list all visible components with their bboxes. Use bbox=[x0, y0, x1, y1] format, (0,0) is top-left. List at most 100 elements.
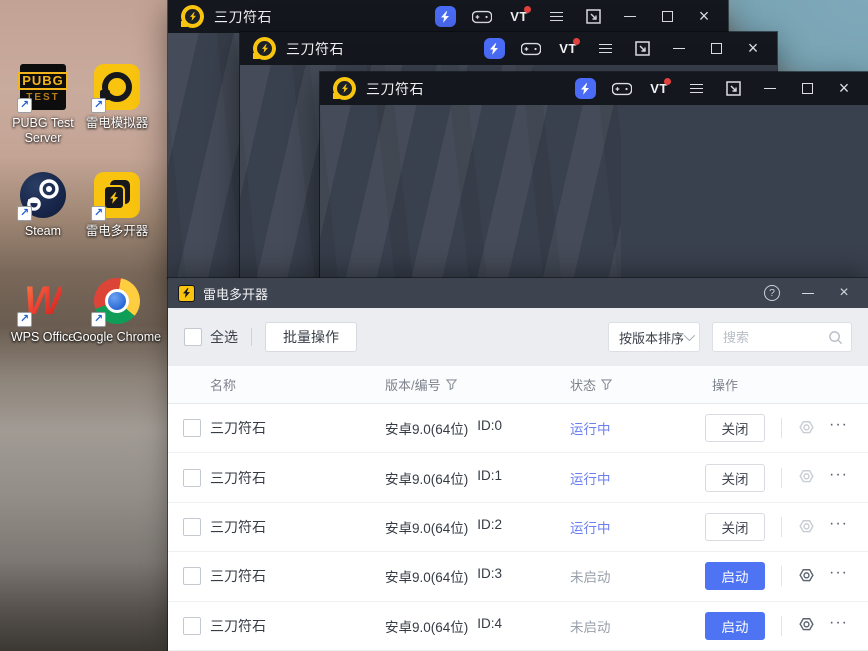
pubg-icon-word: PUBG bbox=[18, 71, 68, 90]
start-button[interactable]: 启动 bbox=[705, 562, 765, 591]
status-badge: 运行中 bbox=[570, 521, 611, 537]
instance-name: 三刀符石 bbox=[210, 617, 266, 634]
settings-gear-icon[interactable] bbox=[795, 565, 817, 587]
stop-button[interactable]: 关闭 bbox=[705, 513, 765, 542]
emulator-window-3: 三刀符石 VT × bbox=[320, 72, 868, 278]
instance-row[interactable]: 三刀符石 安卓9.0(64位) ID:0 运行中 关闭 ··· bbox=[168, 404, 868, 454]
desktop-icon-ldplayer[interactable]: ↗ 雷电模拟器 bbox=[72, 64, 162, 131]
filter-icon[interactable] bbox=[445, 379, 457, 390]
emulator-2-titlebar[interactable]: 三刀符石 VT × bbox=[240, 32, 777, 65]
more-options-button[interactable]: ··· bbox=[829, 565, 848, 584]
window-title: 三刀符石 bbox=[214, 8, 272, 25]
dock-window-icon[interactable] bbox=[581, 5, 605, 29]
dock-window-icon[interactable] bbox=[630, 37, 654, 61]
menu-icon[interactable] bbox=[544, 5, 568, 29]
boost-icon[interactable] bbox=[482, 37, 506, 61]
instance-row[interactable]: 三刀符石 安卓9.0(64位) ID:2 运行中 关闭 ··· bbox=[168, 502, 868, 553]
shortcut-arrow-icon: ↗ bbox=[17, 206, 32, 221]
menu-icon[interactable] bbox=[593, 37, 617, 61]
settings-gear-icon[interactable] bbox=[795, 467, 817, 489]
action-divider bbox=[781, 615, 782, 636]
search-input[interactable] bbox=[723, 329, 828, 345]
sort-dropdown[interactable]: 按版本排序 bbox=[608, 322, 700, 352]
minimize-button[interactable] bbox=[794, 281, 822, 305]
row-checkbox[interactable] bbox=[183, 567, 201, 586]
instance-version: 安卓9.0(64位) ID:4 bbox=[385, 615, 503, 635]
instance-row[interactable]: 三刀符石 安卓9.0(64位) ID:1 运行中 关闭 ··· bbox=[168, 453, 868, 503]
more-options-button[interactable]: ··· bbox=[829, 614, 848, 634]
status-badge: 运行中 bbox=[570, 471, 611, 487]
search-icon bbox=[829, 330, 843, 344]
vt-alert-dot bbox=[573, 37, 580, 45]
stop-button[interactable]: 关闭 bbox=[705, 463, 765, 492]
gamepad-icon[interactable] bbox=[610, 77, 634, 101]
search-box[interactable] bbox=[712, 322, 852, 352]
more-options-button[interactable]: ··· bbox=[829, 466, 848, 486]
filter-icon[interactable] bbox=[601, 379, 613, 390]
close-button[interactable]: × bbox=[741, 37, 765, 61]
status-badge: 未启动 bbox=[570, 570, 611, 586]
action-divider bbox=[781, 418, 782, 439]
row-checkbox[interactable] bbox=[183, 616, 201, 635]
maximize-button[interactable] bbox=[704, 37, 728, 61]
manager-titlebar[interactable]: 雷电多开器 ? × bbox=[168, 278, 868, 308]
status-badge: 运行中 bbox=[570, 422, 611, 438]
desktop-icon-google-chrome[interactable]: ↗ Google Chrome bbox=[72, 278, 162, 345]
toolbar-divider bbox=[251, 328, 252, 346]
dock-window-icon[interactable] bbox=[721, 77, 745, 101]
settings-gear-icon[interactable] bbox=[795, 417, 817, 439]
close-button[interactable]: × bbox=[692, 5, 716, 29]
desktop-icon-label: WPS Office bbox=[10, 330, 76, 344]
boost-icon[interactable] bbox=[573, 77, 597, 101]
vt-virtualization-icon[interactable]: VT bbox=[507, 5, 531, 29]
shortcut-arrow-icon: ↗ bbox=[91, 206, 106, 221]
help-button[interactable]: ? bbox=[758, 281, 786, 305]
menu-icon[interactable] bbox=[684, 77, 708, 101]
vt-virtualization-icon[interactable]: VT bbox=[647, 77, 671, 101]
row-checkbox[interactable] bbox=[183, 468, 201, 487]
emulator-3-screen[interactable] bbox=[320, 105, 868, 278]
stop-button[interactable]: 关闭 bbox=[705, 414, 765, 443]
row-checkbox[interactable] bbox=[183, 518, 201, 537]
shortcut-arrow-icon: ↗ bbox=[91, 98, 106, 113]
minimize-button[interactable] bbox=[667, 37, 691, 61]
ldplayer-logo-icon bbox=[333, 77, 356, 100]
minimize-button[interactable] bbox=[618, 5, 642, 29]
desktop-icon-ld-multi-instance[interactable]: ↗ 雷电多开器 bbox=[72, 172, 162, 239]
action-divider bbox=[781, 517, 782, 538]
vt-virtualization-icon[interactable]: VT bbox=[556, 37, 580, 61]
more-options-button[interactable]: ··· bbox=[829, 516, 848, 535]
close-button[interactable]: × bbox=[830, 281, 858, 305]
instance-version: 安卓9.0(64位) ID:3 bbox=[385, 566, 503, 586]
boost-icon[interactable] bbox=[433, 5, 457, 29]
more-options-button[interactable]: ··· bbox=[829, 417, 848, 436]
instance-name: 三刀符石 bbox=[210, 568, 266, 585]
gamepad-icon[interactable] bbox=[470, 5, 494, 29]
header-action: 操作 bbox=[712, 378, 739, 393]
instance-name: 三刀符石 bbox=[210, 469, 266, 486]
chevron-down-icon bbox=[683, 329, 696, 342]
instance-name: 三刀符石 bbox=[210, 519, 266, 536]
settings-gear-icon[interactable] bbox=[795, 615, 817, 637]
instance-name: 三刀符石 bbox=[210, 420, 266, 437]
emulator-3-titlebar[interactable]: 三刀符石 VT × bbox=[320, 72, 868, 105]
settings-gear-icon[interactable] bbox=[795, 516, 817, 538]
status-badge: 未启动 bbox=[570, 619, 611, 635]
start-button[interactable]: 启动 bbox=[705, 611, 765, 640]
row-checkbox[interactable] bbox=[183, 419, 201, 438]
emulator-1-titlebar[interactable]: 三刀符石 VT × bbox=[168, 0, 728, 33]
desktop-icon-label: 雷电模拟器 bbox=[85, 116, 149, 130]
manager-toolbar: 全选 批量操作 按版本排序 bbox=[168, 308, 868, 366]
header-status: 状态 bbox=[570, 375, 705, 394]
window-title: 三刀符石 bbox=[286, 40, 344, 57]
gamepad-icon[interactable] bbox=[519, 37, 543, 61]
instance-row[interactable]: 三刀符石 安卓9.0(64位) ID:3 未启动 启动 ··· bbox=[168, 552, 868, 602]
select-all-checkbox[interactable] bbox=[184, 328, 202, 346]
maximize-button[interactable] bbox=[655, 5, 679, 29]
close-button[interactable]: × bbox=[832, 77, 856, 101]
maximize-button[interactable] bbox=[795, 77, 819, 101]
batch-operations-button[interactable]: 批量操作 bbox=[265, 322, 357, 352]
shortcut-arrow-icon: ↗ bbox=[91, 312, 106, 327]
minimize-button[interactable] bbox=[758, 77, 782, 101]
instance-row[interactable]: 三刀符石 安卓9.0(64位) ID:4 未启动 启动 ··· bbox=[168, 601, 868, 651]
